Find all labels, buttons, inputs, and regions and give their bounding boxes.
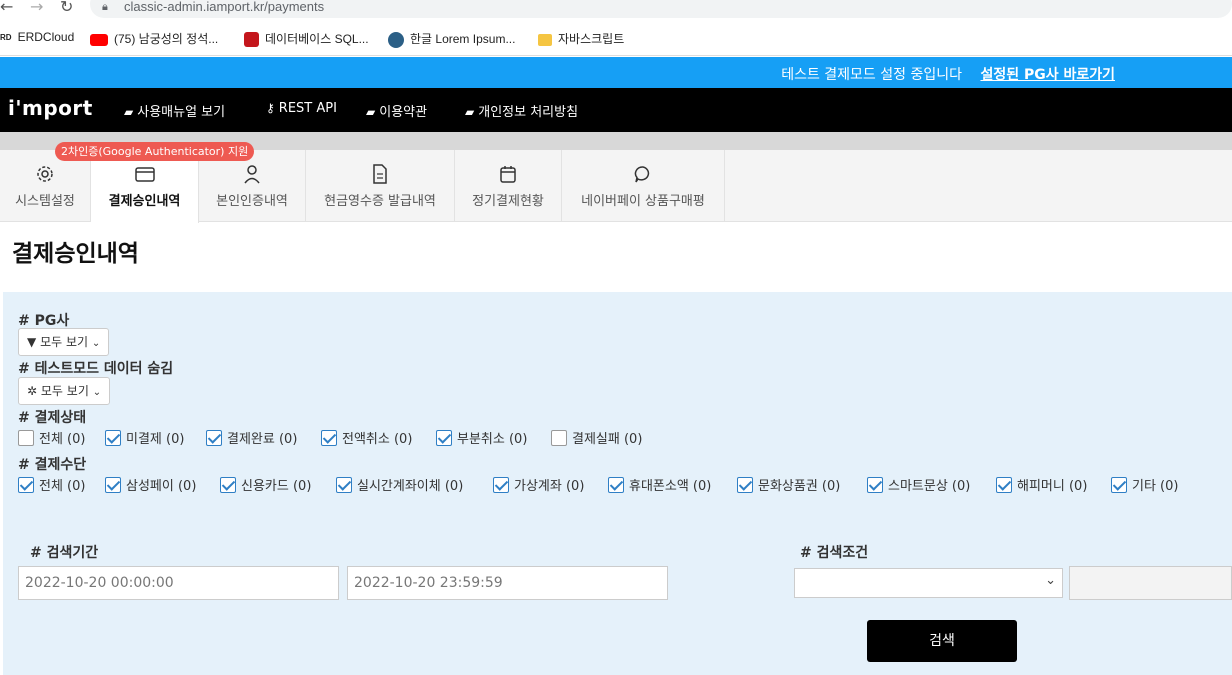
- iamport-logo[interactable]: i'mport: [8, 96, 93, 120]
- period-end-input[interactable]: 2022-10-20 23:59:59: [347, 566, 668, 600]
- checkbox[interactable]: [551, 430, 567, 446]
- youtube-icon: [90, 33, 108, 46]
- reload-icon[interactable]: ↻: [60, 0, 73, 15]
- book-icon: ▰: [366, 105, 376, 119]
- chevron-down-icon: ⌄: [91, 338, 101, 349]
- two-factor-badge: 2차인증(Google Authenticator) 지원: [55, 142, 255, 161]
- top-nav: i'mport ▰ 사용매뉴얼 보기 ⚷ REST API ▰ 이용약관 ▰ 개인정보 …: [0, 88, 1232, 132]
- method-vbank-checkbox[interactable]: 가상계좌 (0): [493, 475, 584, 494]
- nav-rest-api[interactable]: ⚷ REST API: [266, 101, 337, 116]
- lock-icon: 🔒︎: [102, 0, 108, 13]
- bookmark-js-folder[interactable]: 자바스크립트: [538, 30, 624, 47]
- book-icon: ▰: [465, 105, 475, 119]
- tab-cash-receipt[interactable]: 현금영수증 발급내역: [306, 150, 455, 222]
- checkbox[interactable]: [996, 477, 1012, 493]
- status-partial-cancel-checkbox[interactable]: 부분취소 (0): [436, 428, 527, 447]
- checkbox[interactable]: [18, 477, 34, 493]
- condition-label: # 검색조건: [800, 545, 869, 561]
- tab-naverpay-reviews[interactable]: 네이버페이 상품구매평: [562, 150, 725, 222]
- chevron-down-icon: ⌄: [1045, 573, 1056, 588]
- status-unpaid-checkbox[interactable]: 미결제 (0): [105, 428, 184, 447]
- checkbox[interactable]: [18, 430, 34, 446]
- status-label: # 결제상태: [18, 410, 87, 426]
- method-culture-checkbox[interactable]: 문화상품권 (0): [737, 475, 840, 494]
- method-card-checkbox[interactable]: 신용카드 (0): [220, 475, 311, 494]
- back-arrow-icon[interactable]: ←: [0, 0, 13, 15]
- checkbox[interactable]: [206, 430, 222, 446]
- testmode-dropdown[interactable]: ✲ 모두 보기 ⌄: [18, 377, 111, 405]
- test-mode-message: 테스트 결제모드 설정 중입니다: [781, 67, 962, 83]
- page-title: 결제승인내역: [12, 241, 139, 267]
- bookmark-lorem[interactable]: 한글 Lorem Ipsum...: [388, 30, 515, 48]
- checkbox[interactable]: [493, 477, 509, 493]
- method-all-checkbox[interactable]: 전체 (0): [18, 475, 85, 494]
- chevron-down-icon: ⌄: [92, 387, 102, 398]
- browser-address-bar: ← → ↻ 🔒︎ classic-admin.iamport.kr/paymen…: [0, 0, 1232, 22]
- filter-icon: ▼: [27, 335, 37, 349]
- checkbox[interactable]: [321, 430, 337, 446]
- calendar-icon: [500, 166, 516, 183]
- period-start-input[interactable]: 2022-10-20 00:00:00: [18, 566, 339, 600]
- document-icon: [373, 164, 387, 184]
- condition-select[interactable]: ⌄: [794, 568, 1063, 598]
- book-icon: ▰: [124, 105, 134, 119]
- method-etc-checkbox[interactable]: 기타 (0): [1111, 475, 1178, 494]
- nav-manual[interactable]: ▰ 사용매뉴얼 보기: [124, 101, 225, 120]
- gear-icon: ✲: [27, 384, 38, 398]
- method-transfer-checkbox[interactable]: 실시간계좌이체 (0): [336, 475, 463, 494]
- checkbox[interactable]: [867, 477, 883, 493]
- checkbox[interactable]: [737, 477, 753, 493]
- bookmark-erdcloud[interactable]: RD ERDCloud: [0, 30, 74, 44]
- tab-recurring-payment[interactable]: 정기결제현황: [455, 150, 562, 222]
- method-happymoney-checkbox[interactable]: 해피머니 (0): [996, 475, 1087, 494]
- url-text[interactable]: classic-admin.iamport.kr/payments: [124, 0, 324, 14]
- erd-icon: RD: [0, 33, 12, 43]
- checkbox[interactable]: [220, 477, 236, 493]
- status-cancelled-checkbox[interactable]: 전액취소 (0): [321, 428, 412, 447]
- method-smartculture-checkbox[interactable]: 스마트문상 (0): [867, 475, 970, 494]
- status-failed-checkbox[interactable]: 결제실패 (0): [551, 428, 642, 447]
- gear-icon: [37, 166, 53, 182]
- forward-arrow-icon[interactable]: →: [30, 0, 43, 15]
- nav-privacy[interactable]: ▰ 개인정보 처리방침: [465, 101, 578, 120]
- pg-label: # PG사: [18, 313, 70, 329]
- checkbox[interactable]: [105, 477, 121, 493]
- method-label: # 결제수단: [18, 457, 87, 473]
- method-samsungpay-checkbox[interactable]: 삼성페이 (0): [105, 475, 196, 494]
- period-label: # 검색기간: [30, 545, 99, 561]
- card-icon: [134, 167, 155, 182]
- status-all-checkbox[interactable]: 전체 (0): [18, 428, 85, 447]
- bookmark-oracle[interactable]: 데이터베이스 SQL...: [244, 30, 369, 48]
- oracle-icon: [244, 32, 259, 48]
- folder-icon: [538, 33, 552, 46]
- bookmark-youtube[interactable]: (75) 남궁성의 정석...: [90, 30, 218, 47]
- checkbox[interactable]: [105, 430, 121, 446]
- condition-keyword-input[interactable]: [1069, 566, 1232, 600]
- wordpress-icon: [388, 31, 404, 48]
- checkbox[interactable]: [436, 430, 452, 446]
- testmode-label: # 테스트모드 데이터 숨김: [18, 361, 174, 377]
- search-button[interactable]: 검색: [867, 620, 1017, 662]
- key-icon: ⚷: [266, 101, 275, 115]
- chat-icon: [634, 166, 650, 183]
- bookmarks-bar: RD ERDCloud (75) 남궁성의 정석... 데이터베이스 SQL...…: [0, 22, 1232, 56]
- method-phone-checkbox[interactable]: 휴대폰소액 (0): [608, 475, 711, 494]
- nav-terms[interactable]: ▰ 이용약관: [366, 101, 427, 120]
- checkbox[interactable]: [336, 477, 352, 493]
- checkbox[interactable]: [608, 477, 624, 493]
- pg-settings-link[interactable]: 설정된 PG사 바로가기: [980, 64, 1115, 84]
- status-paid-checkbox[interactable]: 결제완료 (0): [206, 428, 297, 447]
- checkbox[interactable]: [1111, 477, 1127, 493]
- pg-dropdown[interactable]: ▼ 모두 보기 ⌄: [18, 328, 110, 356]
- user-icon: [244, 165, 260, 184]
- test-mode-banner: 테스트 결제모드 설정 중입니다 설정된 PG사 바로가기: [0, 57, 1232, 88]
